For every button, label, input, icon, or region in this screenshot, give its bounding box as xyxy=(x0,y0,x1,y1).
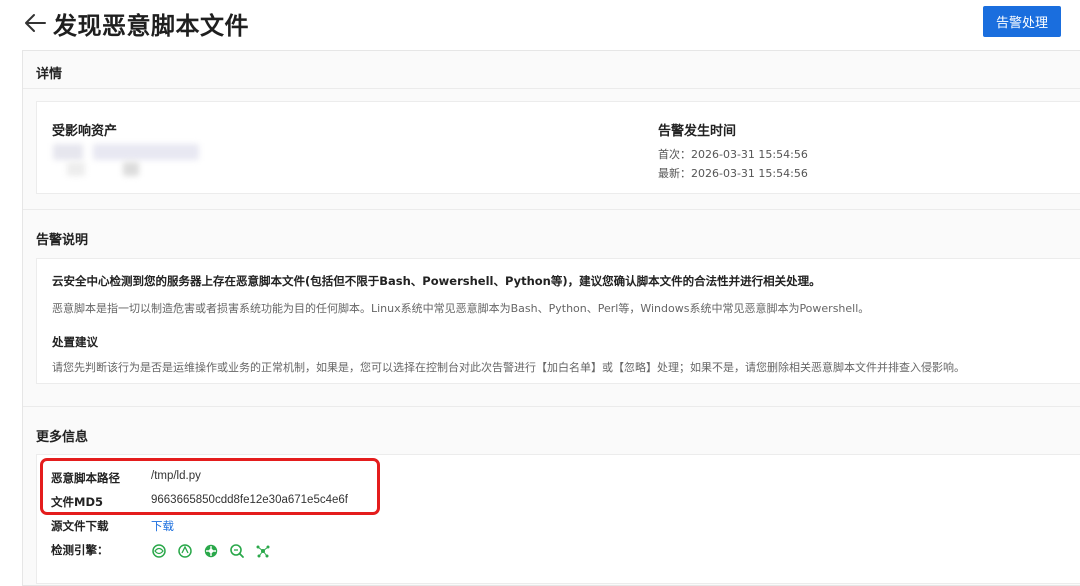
first-seen-time: 首次：2026-03-31 15:54:56 xyxy=(658,148,808,161)
page-header: 发现恶意脚本文件 告警处理 xyxy=(0,0,1080,48)
engine-icons xyxy=(151,543,271,559)
engine-1-icon[interactable] xyxy=(151,543,167,559)
more-info-section-title: 更多信息 xyxy=(36,430,89,445)
divider xyxy=(23,88,1080,89)
engine-5-icon[interactable] xyxy=(255,543,271,559)
advice-text: 请您先判断该行为是否是运维操作或业务的正常机制，如果是，您可以选择在控制台对此次… xyxy=(52,361,965,374)
alert-description-section-title: 告警说明 xyxy=(36,233,89,248)
advice-title: 处置建议 xyxy=(52,335,98,349)
affected-asset-label: 受影响资产 xyxy=(52,124,118,139)
download-link[interactable]: 下载 xyxy=(151,518,174,534)
engine-2-icon[interactable] xyxy=(177,543,193,559)
alert-description-box: 云安全中心检测到您的服务器上存在恶意脚本文件(包括但不限于Bash、Powers… xyxy=(36,258,1080,384)
last-seen-time: 最新：2026-03-31 15:54:56 xyxy=(658,167,808,180)
engine-3-icon[interactable] xyxy=(203,543,219,559)
alert-time-label: 告警发生时间 xyxy=(658,124,737,139)
highlight-box xyxy=(40,458,380,515)
alert-summary: 云安全中心检测到您的服务器上存在恶意脚本文件(包括但不限于Bash、Powers… xyxy=(52,274,821,288)
engine-4-icon[interactable] xyxy=(229,543,245,559)
download-label: 源文件下载 xyxy=(51,519,109,533)
divider xyxy=(23,209,1080,210)
alert-definition: 恶意脚本是指一切以制造危害或者损害系统功能为目的任何脚本。Linux系统中常见恶… xyxy=(52,302,870,315)
back-arrow-icon[interactable] xyxy=(22,10,48,36)
page-title: 发现恶意脚本文件 xyxy=(53,12,249,40)
alert-handle-button[interactable]: 告警处理 xyxy=(983,6,1061,37)
details-section-title: 详情 xyxy=(36,67,63,82)
engine-label: 检测引擎： xyxy=(51,543,109,557)
divider xyxy=(23,406,1080,407)
details-box: 受影响资产 告警发生时间 首次：2026-03-31 15:54:56 最新：2… xyxy=(36,101,1080,194)
